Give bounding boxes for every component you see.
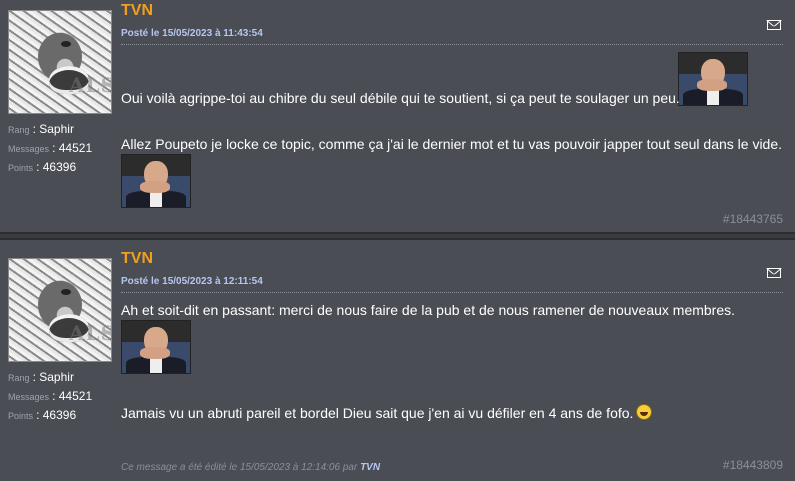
post-date: Posté le 15/05/2023 à 11:43:54 [121,28,263,39]
post-number[interactable]: #18443765 [723,212,783,226]
user-sidebar: ALS Rang : Saphir Messages : 44521 Point… [8,10,112,177]
laughing-emoji-icon [636,404,653,420]
rank-value: : Saphir [32,122,74,136]
avatar-watermark: ALS [69,321,112,345]
messages-value: : 44521 [52,141,93,155]
envelope-icon[interactable] [767,20,781,30]
post: ALS Rang : Saphir Messages : 44521 Point… [0,0,795,234]
post: ALS Rang : Saphir Messages : 44521 Point… [0,238,795,481]
user-sidebar: ALS Rang : Saphir Messages : 44521 Point… [8,258,112,425]
user-avatar[interactable]: ALS [8,10,112,114]
messages-label: Messages [8,392,50,402]
post-date: Posté le 15/05/2023 à 12:11:54 [121,276,263,287]
points-value: : 46396 [36,160,77,174]
rank-label: Rang [8,373,30,383]
avatar-eye [61,41,71,47]
rank-value: : Saphir [32,370,74,384]
post-number[interactable]: #18443809 [723,458,783,472]
post-paragraph: Allez Poupeto je locke ce topic, comme ç… [121,136,783,152]
edit-notice-text: Ce message a été édité le 15/05/2023 à 1… [121,462,358,473]
rank-label: Rang [8,125,30,135]
post-divider [121,44,783,45]
avatar-eye [61,289,71,295]
post-paragraph-with-emoji: Jamais vu un abruti pareil et bordel Die… [121,404,653,421]
post-paragraph: Ah et soit-dit en passant: merci de nous… [121,302,736,318]
laughing-smiley-icon [121,320,191,374]
laughing-smiley-icon [121,154,191,208]
post-paragraph: Jamais vu un abruti pareil et bordel Die… [121,405,634,421]
points-label: Points [8,163,34,173]
edit-user-link[interactable]: TVN [360,462,380,473]
edit-notice: Ce message a été édité le 15/05/2023 à 1… [121,462,380,473]
post-divider [121,292,783,293]
user-stats: Rang : Saphir Messages : 44521 Points : … [8,120,112,177]
messages-label: Messages [8,144,50,154]
points-value: : 46396 [36,408,77,422]
messages-value: : 44521 [52,389,93,403]
avatar-watermark: ALS [69,73,112,97]
post-author[interactable]: TVN [121,250,153,268]
post-paragraph: Oui voilà agrippe-toi au chibre du seul … [121,90,680,106]
post-author[interactable]: TVN [121,2,153,20]
user-stats: Rang : Saphir Messages : 44521 Points : … [8,368,112,425]
points-label: Points [8,411,34,421]
envelope-icon[interactable] [767,268,781,278]
user-avatar[interactable]: ALS [8,258,112,362]
laughing-smiley-icon [678,52,748,106]
